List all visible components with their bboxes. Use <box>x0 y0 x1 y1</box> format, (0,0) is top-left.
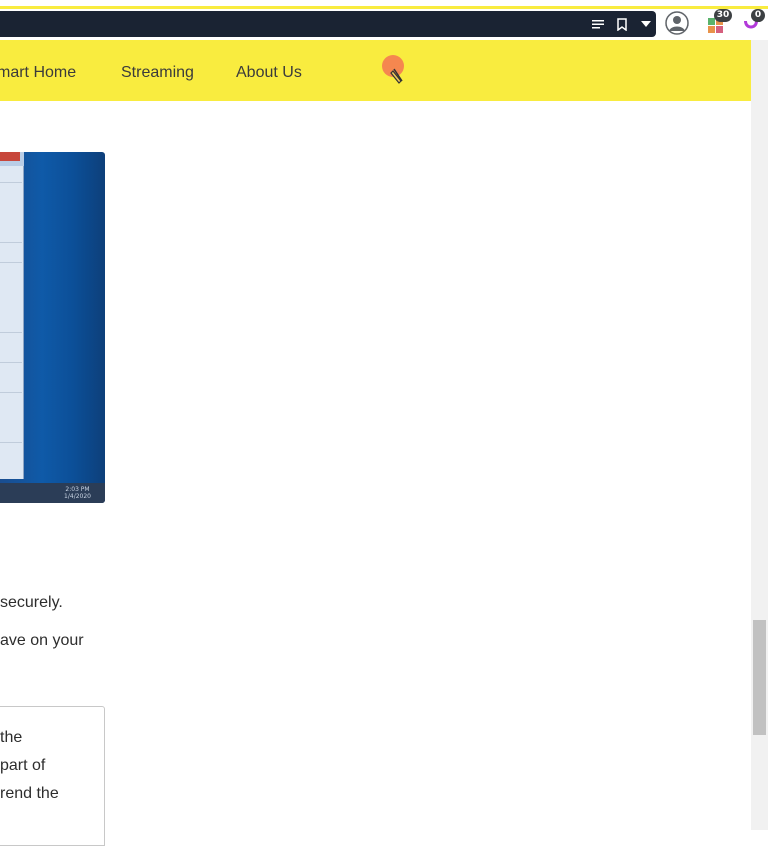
note-box: the part of rend the <box>0 706 105 846</box>
taskbar-clock: 2:03 PM 1/4/2020 <box>64 486 91 500</box>
windows-taskbar: 2:03 PM 1/4/2020 <box>0 483 105 503</box>
window-row <box>0 442 22 443</box>
nav-item-streaming[interactable]: Streaming <box>121 64 194 82</box>
window-titlebar <box>0 152 24 166</box>
explorer-window <box>0 152 24 479</box>
article-paragraph: securely. <box>0 594 63 611</box>
window-row <box>0 182 22 183</box>
scrollbar-thumb[interactable] <box>753 620 766 735</box>
profile-avatar[interactable] <box>665 11 689 35</box>
window-row <box>0 362 22 363</box>
nav-item-about-us[interactable]: About Us <box>236 64 302 82</box>
address-bar-actions <box>592 11 652 37</box>
window-row <box>0 332 22 333</box>
browser-top-strip <box>0 0 768 9</box>
page-scrollbar[interactable] <box>751 40 768 830</box>
taskbar-time: 2:03 PM <box>65 486 90 493</box>
search-icon[interactable] <box>380 53 410 89</box>
reader-mode-icon[interactable] <box>592 18 604 30</box>
extension-badge-count: 0 <box>751 9 765 22</box>
browser-toolbar: 30 0 <box>0 9 768 39</box>
note-text: rend the <box>0 785 59 802</box>
window-row <box>0 242 22 243</box>
window-close-icon <box>0 152 20 161</box>
taskbar-date: 1/4/2020 <box>64 493 91 500</box>
bookmark-icon[interactable] <box>616 17 628 31</box>
windows-desktop-screenshot: 2:03 PM 1/4/2020 <box>0 152 105 503</box>
nav-item-smart-home[interactable]: mart Home <box>0 64 76 82</box>
extension-badge-count: 30 <box>714 9 732 22</box>
note-text: part of <box>0 757 46 774</box>
site-navigation: mart Home Streaming About Us <box>0 40 751 101</box>
window-row <box>0 392 22 393</box>
article-paragraph: ave on your <box>0 632 84 649</box>
window-row <box>0 262 22 263</box>
chevron-down-icon[interactable] <box>640 18 652 30</box>
note-text: the <box>0 729 23 746</box>
address-bar[interactable] <box>0 11 656 37</box>
article-content: 2:03 PM 1/4/2020 securely. ave on your t… <box>0 101 751 846</box>
